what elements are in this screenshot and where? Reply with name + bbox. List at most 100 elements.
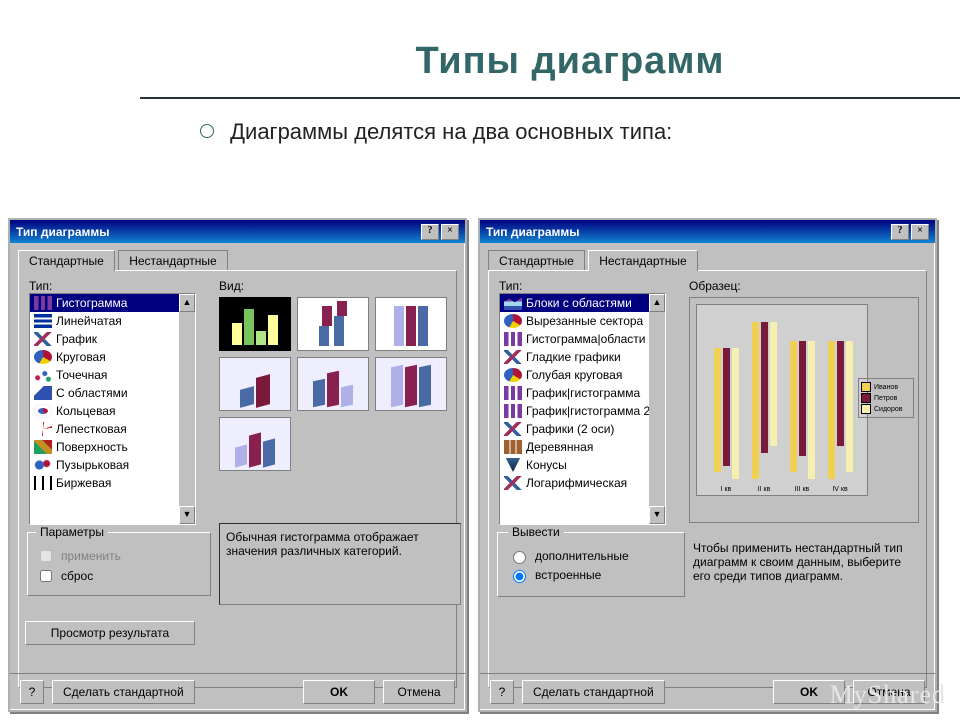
list-item[interactable]: График [30,330,179,348]
scroll-down-icon[interactable]: ▼ [179,506,195,524]
list-item-label: Линейчатая [56,314,122,328]
subtype-thumb[interactable] [297,357,369,411]
legend-item: Иванов [861,382,911,392]
list-item-label: Кольцевая [56,404,115,418]
output-caption: Вывести [508,525,564,539]
list-item[interactable]: Линейчатая [30,312,179,330]
ic-ring-icon [34,404,52,418]
context-help-button[interactable]: ? [490,680,514,704]
scroll-down-icon[interactable]: ▼ [649,506,665,524]
list-item[interactable]: Логарифмическая [500,474,649,492]
output-additional[interactable]: дополнительные [508,548,674,564]
preview-bar [790,341,797,472]
output-groupbox: Вывести дополнительные встроенные [497,525,685,597]
make-standard-button[interactable]: Сделать стандартной [52,680,195,704]
output-builtin-radio[interactable] [513,570,526,583]
list-item[interactable]: Вырезанные сектора [500,312,649,330]
list-item-label: Гладкие графики [526,350,621,364]
ic-pie-icon [504,368,522,382]
preview-xtick: III кв [787,486,817,493]
list-item[interactable]: График|гистограмма 2 [500,402,649,420]
titlebar[interactable]: Тип диаграммы ? × [10,220,465,243]
list-item[interactable]: Кольцевая [30,402,179,420]
subtype-thumb[interactable] [297,297,369,351]
subtype-thumb[interactable] [375,357,447,411]
list-item[interactable]: Точечная [30,366,179,384]
list-item[interactable]: Конусы [500,456,649,474]
ok-button[interactable]: OK [303,680,375,704]
ic-pie-icon [34,350,52,364]
cancel-button[interactable]: Отмена [383,680,455,704]
sample-preview: I квII квIII квIV кв ИвановПетровСидоров [689,297,919,523]
preview-bar [828,341,835,479]
param-reset-checkbox[interactable] [40,570,52,582]
scrollbar[interactable]: ▲ ▼ [179,294,195,524]
help-icon[interactable]: ? [891,224,909,240]
question-icon: ? [499,685,506,699]
list-item-label: Графики (2 оси) [526,422,614,436]
make-standard-button[interactable]: Сделать стандартной [522,680,665,704]
scroll-up-icon[interactable]: ▲ [649,294,665,312]
context-help-button[interactable]: ? [20,680,44,704]
close-icon[interactable]: × [441,224,459,240]
list-item[interactable]: С областями [30,384,179,402]
list-item[interactable]: Поверхность [30,438,179,456]
params-groupbox: Параметры применить сброс [27,525,211,596]
list-item-label: Конусы [526,458,567,472]
titlebar[interactable]: Тип диаграммы ? × [480,220,935,243]
params-caption: Параметры [36,525,108,539]
list-item-label: Лепестковая [56,422,127,436]
type-listbox[interactable]: Блоки с областями Вырезанные сектора Гисто… [499,293,666,525]
list-item[interactable]: Блоки с областями [500,294,649,312]
preview-bar [761,322,768,453]
list-item[interactable]: Графики (2 оси) [500,420,649,438]
preview-result-button[interactable]: Просмотр результата [25,621,195,645]
param-apply[interactable]: применить [36,547,202,565]
list-item[interactable]: Голубая круговая [500,366,649,384]
ic-bars-icon [504,404,522,418]
subtype-thumb[interactable] [219,297,291,351]
sample-label: Образец: [689,279,741,293]
subtype-thumb[interactable] [219,417,291,471]
list-item-label: Деревянная [526,440,593,454]
output-builtin[interactable]: встроенные [508,567,674,583]
scroll-up-icon[interactable]: ▲ [179,294,195,312]
list-item[interactable]: Деревянная [500,438,649,456]
ic-bubble-icon [34,458,52,472]
tab-custom[interactable]: Нестандартные [118,250,228,271]
list-item-label: Биржевая [56,476,111,490]
help-icon[interactable]: ? [421,224,439,240]
list-item-label: Точечная [56,368,107,382]
output-additional-radio[interactable] [513,551,526,564]
list-item-label: Вырезанные сектора [526,314,643,328]
ic-line-icon [504,422,522,436]
list-item[interactable]: Гладкие графики [500,348,649,366]
list-item-label: Пузырьковая [56,458,129,472]
panel: Тип: Образец: Блоки с областямиВырезанны… [488,270,927,688]
list-item[interactable]: Гистограмма|области [500,330,649,348]
preview-bar [752,322,759,479]
subtype-thumb[interactable] [219,357,291,411]
param-apply-checkbox [40,550,52,562]
panel: Тип: Вид: ГистограммаЛинейчатаяГрафикКру… [18,270,457,688]
subtype-thumb[interactable] [375,297,447,351]
list-item[interactable]: График|гистограмма [500,384,649,402]
subtitle-text: Диаграммы делятся на два основных типа: [230,119,672,144]
tab-standard[interactable]: Стандартные [488,250,585,271]
list-item[interactable]: Круговая [30,348,179,366]
param-reset[interactable]: сброс [36,567,202,585]
tab-custom[interactable]: Нестандартные [588,250,698,271]
list-item[interactable]: Биржевая [30,474,179,492]
tab-standard[interactable]: Стандартные [18,250,115,271]
preview-bar [714,348,721,473]
type-listbox[interactable]: Гистограмма Линейчатая График Круговая Точеч… [29,293,196,525]
ic-cone-icon [504,458,522,472]
list-item[interactable]: Гистограмма [30,294,179,312]
list-item-label: График [56,332,97,346]
close-icon[interactable]: × [911,224,929,240]
preview-bar [799,341,806,456]
list-item-label: График|гистограмма [526,386,640,400]
list-item[interactable]: Пузырьковая [30,456,179,474]
list-item[interactable]: Лепестковая [30,420,179,438]
scrollbar[interactable]: ▲ ▼ [649,294,665,524]
